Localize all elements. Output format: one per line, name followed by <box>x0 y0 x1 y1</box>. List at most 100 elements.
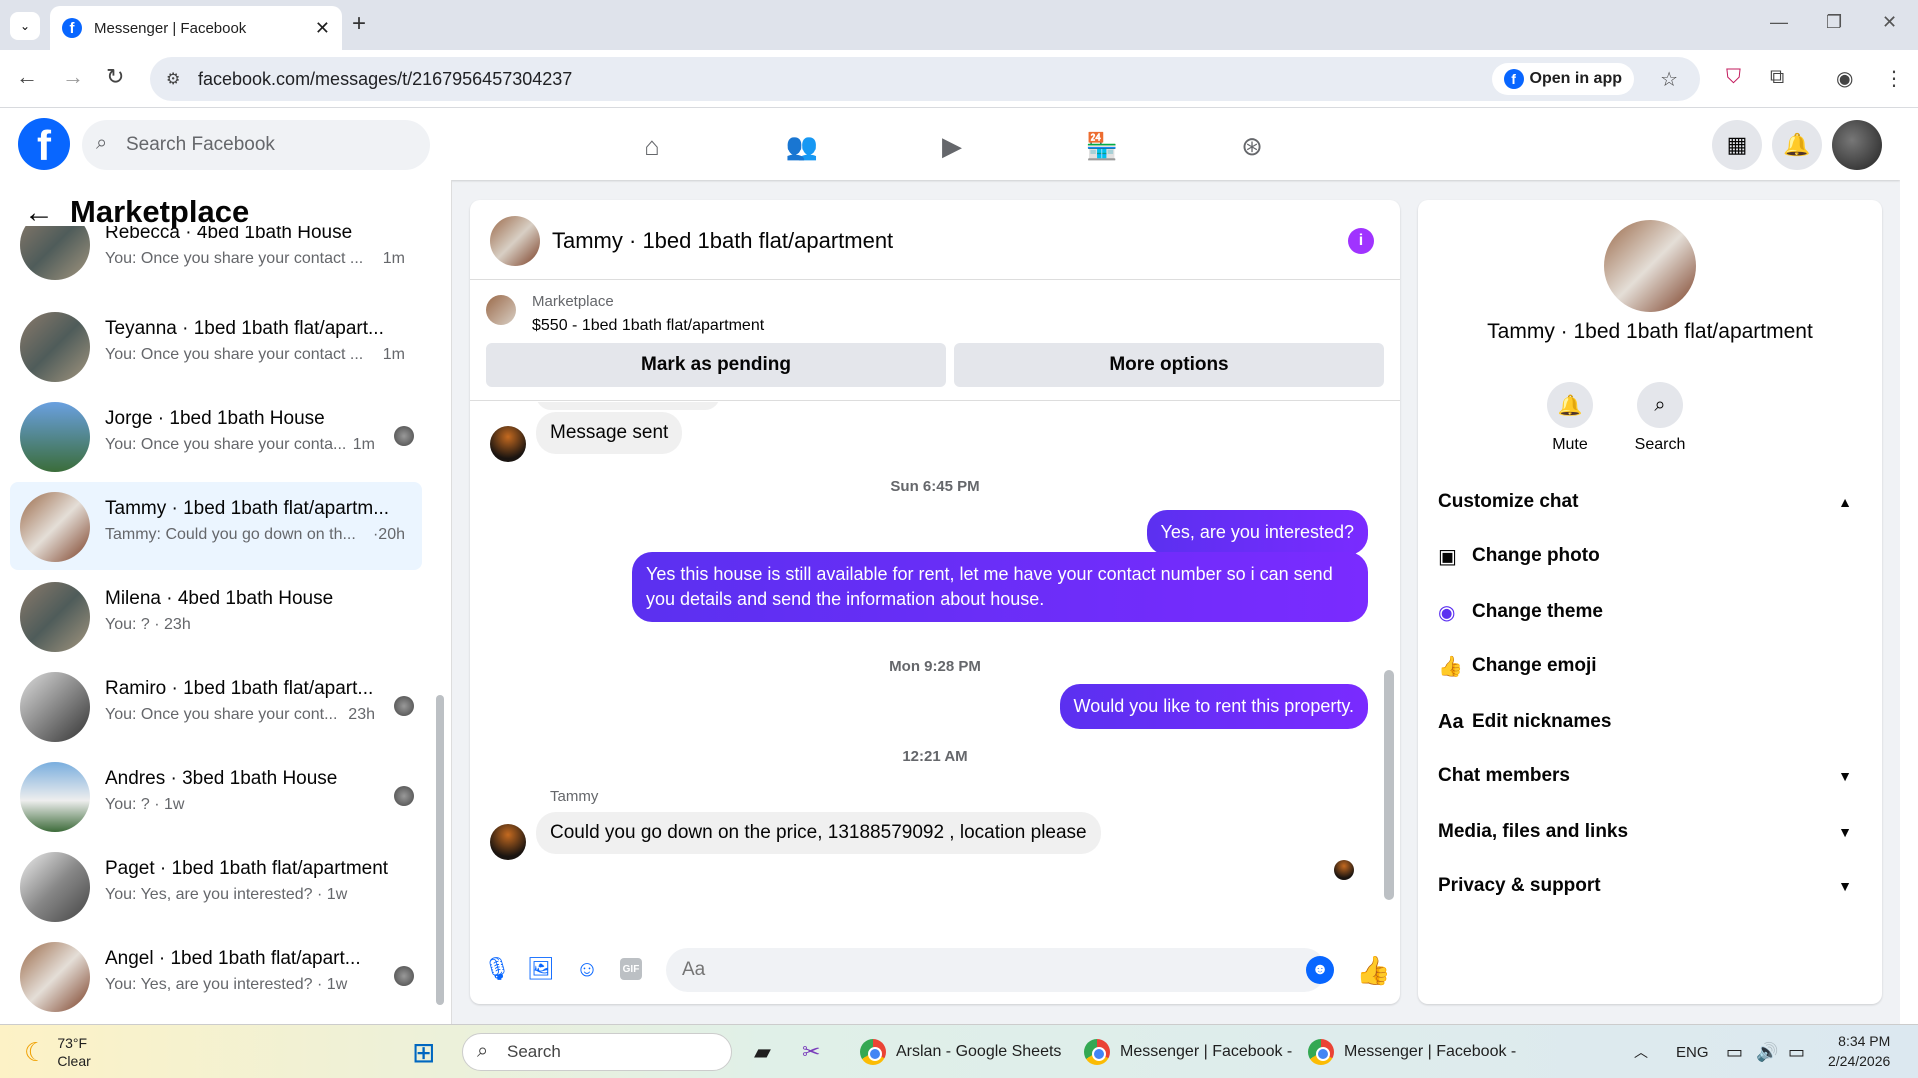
close-window-icon[interactable]: ✕ <box>1882 12 1897 33</box>
ublock-icon[interactable]: ⛉ <box>1726 66 1741 89</box>
new-tab-button[interactable]: + <box>352 10 366 38</box>
change-photo-item[interactable]: ▣ Change photo <box>1438 536 1862 576</box>
profile-icon[interactable]: ◉ <box>1836 66 1853 91</box>
taskbar-app-messenger-1[interactable]: Messenger | Facebook - <box>1084 1035 1292 1069</box>
message-input[interactable] <box>666 948 1326 992</box>
conversation-item[interactable]: Milena · 4bed 1bath House You: ? · 23h <box>10 572 422 660</box>
maximize-icon[interactable]: ❐ <box>1826 12 1842 33</box>
change-theme-item[interactable]: ◉ Change theme <box>1438 592 1862 632</box>
mute-button[interactable]: 🔔 Mute <box>1530 382 1610 454</box>
conversation-item[interactable]: Ramiro · 1bed 1bath flat/apart... You: O… <box>10 662 422 750</box>
windows-start-icon[interactable]: ⊞ <box>412 1035 435 1069</box>
snipping-tool-icon[interactable]: ✂ <box>802 1035 820 1069</box>
search-button[interactable]: ⌕ Search <box>1620 382 1700 454</box>
conversation-item-active[interactable]: Tammy · 1bed 1bath flat/apartm... Tammy:… <box>10 482 422 570</box>
browser-menu-icon[interactable]: ⋮ <box>1884 66 1904 91</box>
file-icon[interactable]: ▰ <box>754 1035 771 1069</box>
conversation-preview: You: Yes, are you interested? · 1w <box>105 886 348 903</box>
show-hidden-icons-chevron-icon[interactable]: ︿ <box>1634 1035 1648 1069</box>
bookmark-star-icon[interactable]: ☆ <box>1660 67 1678 92</box>
conversation-item[interactable]: Angel · 1bed 1bath flat/apart... You: Ye… <box>10 932 422 1020</box>
conversation-name: Jorge · 1bed 1bath House <box>105 408 325 429</box>
emoji-icon[interactable]: ☻ <box>1306 956 1334 984</box>
conversation-name: Angel · 1bed 1bath flat/apart... <box>105 948 361 969</box>
app-label: Messenger | Facebook - <box>1120 1043 1293 1060</box>
conversation-preview: You: Once you share your conta... 1m <box>105 436 375 453</box>
extensions-icon[interactable]: ⧉ <box>1770 66 1784 89</box>
back-arrow-icon[interactable]: ← <box>24 196 54 230</box>
forward-icon[interactable]: → <box>62 64 84 90</box>
chrome-icon <box>1084 1039 1110 1065</box>
edit-nicknames-item[interactable]: Aa Edit nicknames <box>1438 702 1862 742</box>
gif-icon[interactable]: GIF <box>620 958 642 980</box>
change-emoji-item[interactable]: 👍 Change emoji <box>1438 646 1862 686</box>
sticker-icon[interactable]: ☺ <box>572 954 602 984</box>
facebook-search-input[interactable]: ⌕ Search Facebook <box>82 120 430 170</box>
chat-title[interactable]: Tammy · 1bed 1bath flat/apartment <box>552 228 893 254</box>
conversation-item[interactable]: Teyanna · 1bed 1bath flat/apart... You: … <box>10 302 422 390</box>
conversation-name: Tammy · 1bed 1bath flat/apartm... <box>105 498 390 519</box>
more-options-button[interactable]: More options <box>954 343 1384 387</box>
message-bubble-outgoing: Would you like to rent this property. <box>1059 684 1368 729</box>
privacy-support-section[interactable]: Privacy & support ▼ <box>1438 866 1862 906</box>
conversation-name: Teyanna · 1bed 1bath flat/apart... <box>105 318 384 339</box>
tab-search-button[interactable]: ⌄ <box>10 12 40 40</box>
clock[interactable]: 8:34 PM 2/24/2026 <box>1828 1031 1890 1073</box>
url-text: facebook.com/messages/t/2167956457304237 <box>198 68 573 89</box>
conversation-item[interactable]: Paget · 1bed 1bath flat/apartment You: Y… <box>10 842 422 930</box>
item-label: Change emoji <box>1472 655 1597 676</box>
media-files-links-section[interactable]: Media, files and links ▼ <box>1438 812 1862 852</box>
microphone-icon[interactable]: 🎙 <box>482 954 512 984</box>
info-icon[interactable]: i <box>1348 228 1374 254</box>
sidebar-scrollbar[interactable] <box>436 240 444 1010</box>
groups-icon[interactable]: ⊛ <box>1234 128 1270 164</box>
close-tab-icon[interactable]: ✕ <box>315 18 330 39</box>
url-bar[interactable]: ⚙ facebook.com/messages/t/21679564573042… <box>150 57 1700 101</box>
listing-thumbnail <box>20 402 90 472</box>
chat-members-section[interactable]: Chat members ▼ <box>1438 756 1862 796</box>
customize-chat-section[interactable]: Customize chat ▲ <box>1438 482 1862 522</box>
message-scrollbar[interactable] <box>1384 410 1394 920</box>
page-scrollbar[interactable] <box>1900 108 1918 1024</box>
reload-icon[interactable]: ↻ <box>106 64 124 90</box>
details-avatar <box>1604 220 1696 312</box>
menu-grid-icon[interactable]: ▦ <box>1712 120 1762 170</box>
conversation-item[interactable]: Andres · 3bed 1bath House You: ? · 1w <box>10 752 422 840</box>
conversation-item[interactable]: Jorge · 1bed 1bath House You: Once you s… <box>10 392 422 480</box>
photo-icon[interactable]: 🖼 <box>526 954 556 984</box>
open-in-app-button[interactable]: f Open in app <box>1491 63 1634 95</box>
like-thumb-icon[interactable]: 👍 <box>1356 954 1391 987</box>
site-info-icon[interactable]: ⚙ <box>166 69 180 89</box>
account-avatar[interactable] <box>1832 120 1882 170</box>
taskbar-app-sheets[interactable]: Arslan - Google Sheets <box>860 1035 1061 1069</box>
mark-as-pending-button[interactable]: Mark as pending <box>486 343 946 387</box>
scrollbar-thumb[interactable] <box>1384 670 1394 900</box>
scrollbar-thumb[interactable] <box>436 695 444 1005</box>
video-icon[interactable]: ▶ <box>934 128 970 164</box>
taskbar-search[interactable]: ⌕ Search <box>462 1033 732 1071</box>
listing-thumbnail <box>20 312 90 382</box>
listing-price[interactable]: $550 - 1bed 1bath flat/apartment <box>532 317 764 335</box>
language-indicator[interactable]: ENG <box>1676 1035 1709 1069</box>
item-label: Change photo <box>1472 545 1600 566</box>
battery-icon[interactable]: ▭ <box>1788 1035 1805 1069</box>
minimize-icon[interactable]: — <box>1770 12 1788 33</box>
weather-widget[interactable]: ☾ 73°F Clear <box>24 1035 91 1069</box>
volume-icon[interactable]: 🔊 <box>1756 1035 1778 1069</box>
photo-icon: ▣ <box>1438 545 1457 568</box>
marketplace-icon[interactable]: 🏪 <box>1084 128 1120 164</box>
home-icon[interactable]: ⌂ <box>634 128 670 164</box>
timestamp: Sun 6:45 PM <box>890 478 980 495</box>
network-icon[interactable]: ▭ <box>1726 1035 1743 1069</box>
weather-condition: Clear <box>57 1053 91 1069</box>
friends-icon[interactable]: 👥 <box>784 128 820 164</box>
chat-header: Tammy · 1bed 1bath flat/apartment i <box>470 200 1400 280</box>
facebook-logo-icon[interactable]: f <box>18 118 70 170</box>
chat-avatar[interactable] <box>490 216 540 266</box>
browser-tab[interactable]: f Messenger | Facebook ✕ <box>50 6 342 50</box>
back-icon[interactable]: ← <box>16 64 38 90</box>
conversation-item[interactable]: Rebecca · 4bed 1bath House You: Once you… <box>10 226 422 294</box>
timestamp: 12:21 AM <box>902 748 968 765</box>
taskbar-app-messenger-2[interactable]: Messenger | Facebook - <box>1308 1035 1516 1069</box>
notifications-bell-icon[interactable]: 🔔 <box>1772 120 1822 170</box>
